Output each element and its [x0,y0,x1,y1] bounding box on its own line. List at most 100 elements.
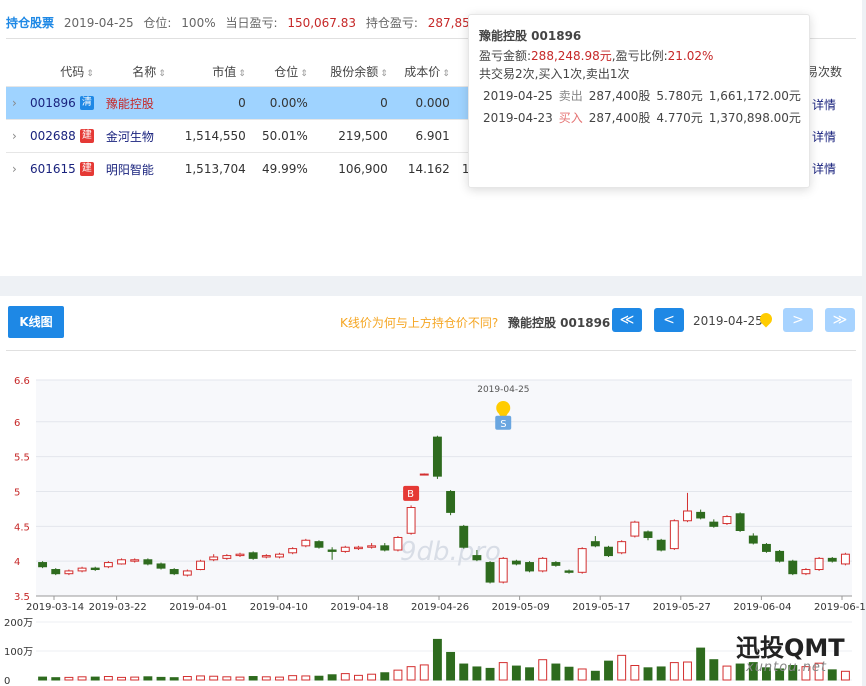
volume-bar [275,676,284,681]
volume-bar [696,647,706,681]
volume-bar [577,668,587,681]
volume-bar [432,638,442,681]
volume-bar [683,661,692,681]
candle-body [77,567,87,572]
candle-body [64,570,74,575]
volume-bar [235,676,245,681]
volume-bar [498,662,508,681]
candle-body [775,550,785,562]
y-tick-label: 4.5 [14,522,30,533]
candle-body [525,562,534,572]
candle-body [551,562,561,566]
x-tick-label: 2019-04-10 [250,602,308,613]
buy-marker-label: B [407,489,414,500]
candle-body [288,548,298,554]
volume-bar [630,665,640,681]
candle-body [511,560,521,565]
candle-body [209,556,219,561]
marker-date-label: 2019-04-25 [477,385,529,395]
candle-body [446,490,456,513]
volume-bar [604,660,613,681]
volume-bar [643,667,653,681]
candle-body [380,545,390,551]
candle-body [709,521,719,527]
candle-body [90,567,100,571]
x-tick-label: 2019-05-09 [492,602,550,613]
volume-bar [77,676,87,681]
candle-body [459,525,469,548]
candle-body [248,552,258,559]
candle-body [722,516,732,525]
volume-bar [143,676,153,681]
sell-marker-label: S [500,419,506,430]
volume-bar [406,666,416,681]
volume-tick-label: 0 [4,676,10,686]
y-tick-label: 6 [14,418,20,429]
candle-body [51,569,61,575]
volume-bar [656,666,666,681]
candle-body [182,570,192,576]
volume-bar [485,667,495,681]
volume-bar [327,674,337,681]
y-tick-label: 5 [14,487,20,498]
candle-body [564,570,574,573]
volume-bar [64,676,74,681]
volume-bar [380,672,390,681]
volume-bar [709,659,719,681]
candle-body [354,546,363,550]
candle-body [485,562,495,583]
volume-bar [156,676,166,681]
x-tick-label: 2019-03-22 [89,602,147,613]
volume-bar [130,676,140,681]
candle-body [788,560,798,575]
candle-body [630,521,640,537]
x-tick-label: 2019-06-13 [814,602,866,613]
candle-body [432,436,442,477]
candle-body [327,549,337,552]
volume-bar [261,676,271,681]
candle-body [801,569,811,575]
volume-bar [617,654,627,681]
volume-bar [525,667,534,681]
candle-body [103,562,113,568]
candle-body [669,520,679,550]
candle-body [130,559,140,562]
kline-chart: 6.665.554.543.59db.pro2019-04-25SB2019-0… [4,376,866,686]
candle-body [696,511,706,519]
volume-bar [103,676,113,681]
candle-body [683,510,692,522]
candle-body [604,546,613,557]
volume-bar [314,675,324,681]
volume-bar [511,665,521,681]
volume-bar [169,677,179,681]
volume-bar [117,676,126,681]
brand-site: xuntou.net [746,660,827,675]
candle-body [301,539,311,547]
candle-body [169,569,179,575]
candle-body [38,562,48,568]
volume-tick-label: 100万 [4,647,33,658]
volume-bar [248,676,258,681]
candle-body [367,545,377,548]
candle-body [117,559,126,565]
candle-body [472,555,482,561]
candle-body [643,531,653,538]
volume-bar [840,670,850,681]
candle-body [261,555,271,558]
brand-logo: 迅投QMT [736,634,845,662]
candle-body [314,541,324,548]
volume-bar [564,666,574,681]
volume-bar [90,676,100,681]
volume-bar [209,675,219,681]
x-tick-label: 2019-03-14 [26,602,84,613]
volume-bar [446,651,456,681]
volume-bar [340,673,350,681]
candle-body [748,535,758,544]
candle-body [538,557,548,572]
x-tick-label: 2019-06-04 [733,602,791,613]
candle-body [235,553,245,557]
candle-body [196,560,205,571]
volume-bar [669,662,679,681]
candle-body [577,548,587,573]
candle-body [617,541,627,554]
